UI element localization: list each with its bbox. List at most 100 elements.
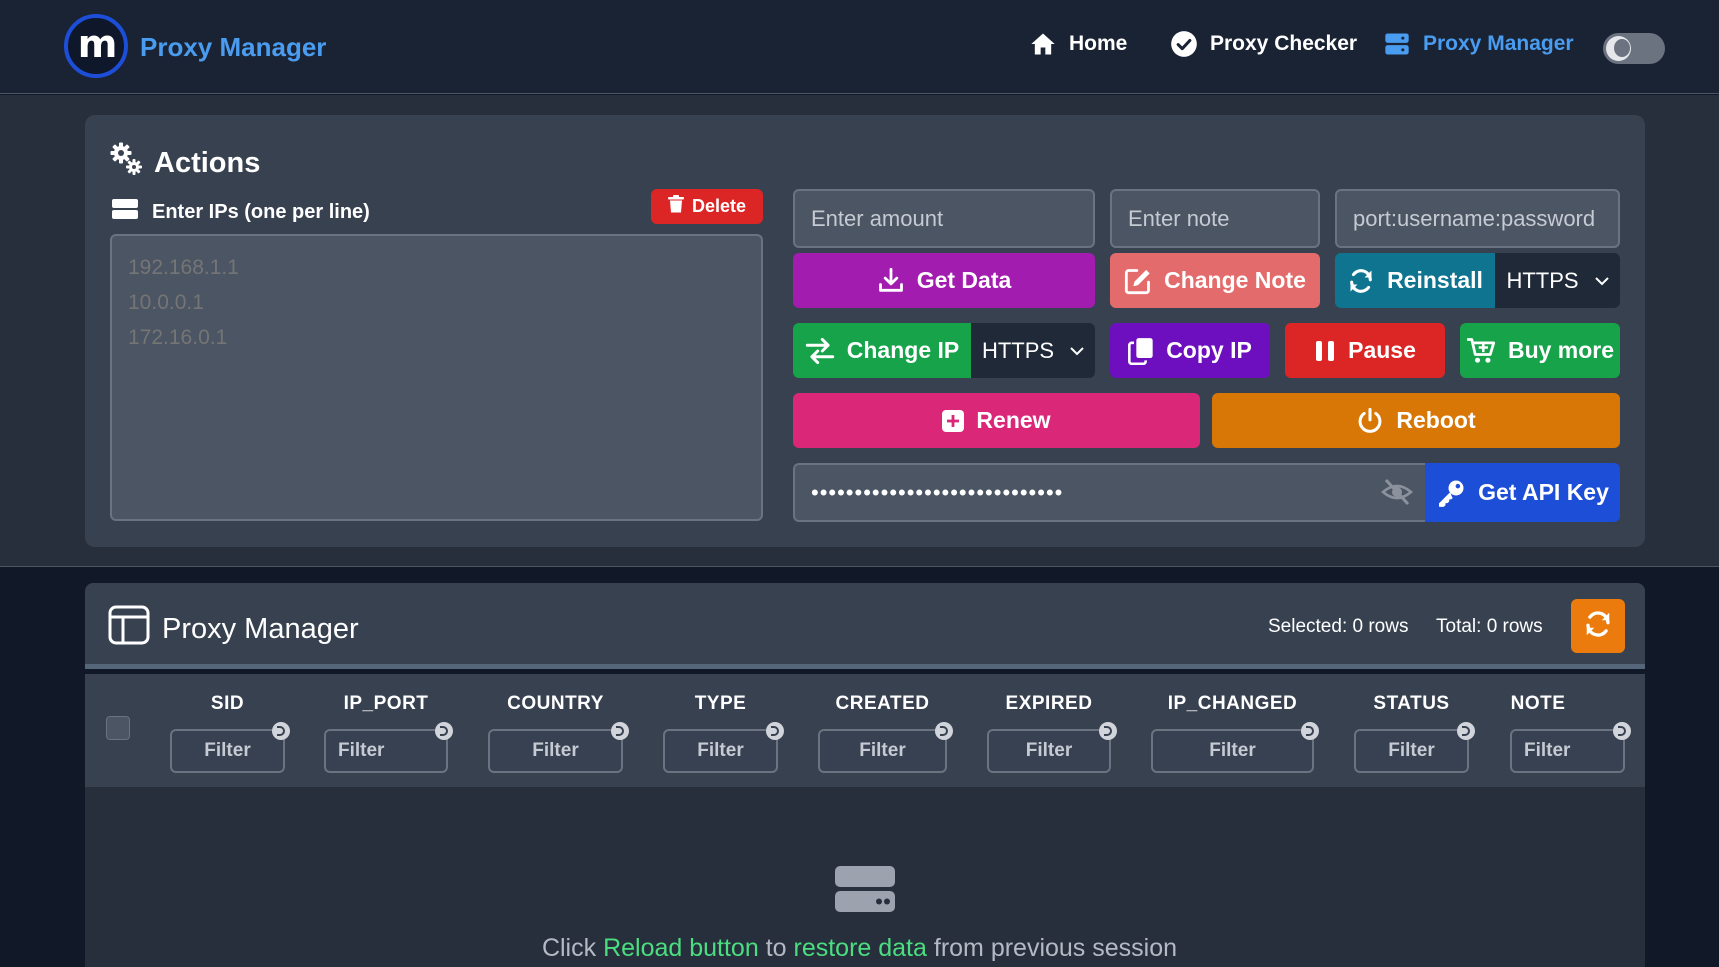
actions-title: Actions bbox=[154, 146, 261, 179]
change-ip-protocol-select[interactable]: HTTPS bbox=[971, 323, 1095, 378]
reboot-label: Reboot bbox=[1396, 407, 1476, 433]
empty-text-part2: to bbox=[758, 934, 794, 962]
reboot-button[interactable]: Reboot bbox=[1212, 393, 1620, 448]
change-note-button[interactable]: Change Note bbox=[1110, 253, 1320, 308]
reinstall-protocol-select[interactable]: HTTPS bbox=[1495, 253, 1620, 308]
table-layout-icon bbox=[108, 605, 150, 653]
filter-toggle-icon[interactable] bbox=[1301, 722, 1319, 740]
column-header-ip-changed[interactable]: IP_CHANGED bbox=[1151, 693, 1314, 715]
key-icon bbox=[1436, 478, 1466, 508]
column-header-status[interactable]: STATUS bbox=[1354, 693, 1469, 715]
actions-heading: Actions bbox=[110, 142, 260, 184]
change-ip-button[interactable]: Change IP bbox=[793, 323, 971, 378]
amount-input[interactable]: Enter amount bbox=[793, 189, 1095, 248]
copy-ip-button[interactable]: Copy IP bbox=[1110, 323, 1270, 378]
restore-data-link[interactable]: restore data bbox=[794, 934, 927, 962]
get-api-key-button[interactable]: Get API Key bbox=[1425, 463, 1620, 522]
reload-button[interactable] bbox=[1571, 599, 1625, 653]
buy-more-button[interactable]: Buy more bbox=[1460, 323, 1620, 378]
reinstall-protocol-value: HTTPS bbox=[1506, 267, 1579, 293]
download-icon bbox=[877, 267, 905, 295]
nav-proxy-manager-label: Proxy Manager bbox=[1423, 32, 1574, 55]
delete-button[interactable]: Delete bbox=[651, 189, 763, 224]
check-circle-icon bbox=[1170, 30, 1198, 58]
chevron-down-icon bbox=[1594, 276, 1609, 286]
selected-rows-count: Selected: 0 rows bbox=[1268, 616, 1409, 637]
get-data-label: Get Data bbox=[916, 267, 1012, 293]
sync-icon bbox=[1347, 267, 1375, 295]
delete-label: Delete bbox=[691, 196, 747, 216]
filter-toggle-icon[interactable] bbox=[1457, 722, 1475, 740]
filter-ip-changed[interactable]: Filter bbox=[1151, 729, 1314, 773]
column-header-expired[interactable]: EXPIRED bbox=[987, 693, 1111, 715]
filter-country[interactable]: Filter bbox=[488, 729, 623, 773]
filter-toggle-icon[interactable] bbox=[611, 722, 629, 740]
empty-text-part3: from previous session bbox=[926, 934, 1178, 962]
column-header-ip-port[interactable]: IP_PORT bbox=[324, 693, 448, 715]
eye-slash-icon[interactable] bbox=[1380, 477, 1414, 512]
logo[interactable]: m bbox=[64, 14, 128, 78]
column-header-created[interactable]: CREATED bbox=[818, 693, 947, 715]
column-header-country[interactable]: COUNTRY bbox=[488, 693, 623, 715]
ips-textarea[interactable] bbox=[110, 234, 763, 521]
empty-text-part1: Click bbox=[541, 934, 604, 962]
nav-proxy-manager[interactable]: Proxy Manager bbox=[1383, 30, 1574, 58]
get-data-button[interactable]: Get Data bbox=[793, 253, 1095, 308]
gears-icon bbox=[110, 142, 144, 184]
filter-status[interactable]: Filter bbox=[1354, 729, 1469, 773]
ips-label: Enter IPs (one per line) bbox=[112, 198, 370, 226]
renew-button[interactable]: Renew bbox=[793, 393, 1200, 448]
filter-toggle-icon[interactable] bbox=[766, 722, 784, 740]
filter-toggle-icon[interactable] bbox=[435, 722, 453, 740]
edit-icon bbox=[1124, 267, 1152, 295]
database-icon bbox=[834, 866, 896, 919]
port-credentials-input[interactable]: port:username:password bbox=[1335, 189, 1620, 248]
brand-name[interactable]: Proxy Manager bbox=[140, 32, 326, 63]
column-header-sid[interactable]: SID bbox=[170, 693, 285, 715]
list-icon bbox=[112, 198, 138, 226]
note-input[interactable]: Enter note bbox=[1110, 189, 1320, 248]
proxy-manager-heading: Proxy Manager bbox=[108, 605, 359, 653]
nav-home[interactable]: Home bbox=[1029, 30, 1127, 58]
filter-ip-port[interactable]: Filter bbox=[324, 729, 448, 773]
filter-type[interactable]: Filter bbox=[663, 729, 778, 773]
filter-created[interactable]: Filter bbox=[818, 729, 947, 773]
sync-icon bbox=[1583, 609, 1613, 644]
nav-proxy-checker-label: Proxy Checker bbox=[1210, 32, 1358, 55]
filter-toggle-icon[interactable] bbox=[1099, 722, 1117, 740]
copy-ip-label: Copy IP bbox=[1166, 337, 1252, 363]
top-navbar: m Proxy Manager Home Proxy Checker Proxy… bbox=[0, 0, 1719, 94]
logo-text: m bbox=[77, 22, 118, 66]
filter-toggle-icon[interactable] bbox=[935, 722, 953, 740]
change-ip-label: Change IP bbox=[846, 337, 960, 363]
trash-icon bbox=[667, 195, 684, 218]
filter-note[interactable]: Filter bbox=[1510, 729, 1625, 773]
reload-hint-link[interactable]: Reload button bbox=[603, 934, 759, 962]
reinstall-label: Reinstall bbox=[1387, 267, 1483, 293]
column-header-type[interactable]: TYPE bbox=[663, 693, 778, 715]
renew-label: Renew bbox=[976, 407, 1051, 433]
proxy-manager-title: Proxy Manager bbox=[162, 612, 359, 645]
nav-proxy-checker[interactable]: Proxy Checker bbox=[1170, 30, 1357, 58]
filter-expired[interactable]: Filter bbox=[987, 729, 1111, 773]
change-ip-protocol-value: HTTPS bbox=[981, 337, 1055, 363]
chevron-down-icon bbox=[1070, 346, 1084, 356]
total-rows-count: Total: 0 rows bbox=[1436, 616, 1543, 637]
moon-icon bbox=[1606, 36, 1631, 61]
theme-toggle[interactable] bbox=[1603, 33, 1665, 64]
select-all-checkbox[interactable] bbox=[106, 716, 130, 740]
change-note-label: Change Note bbox=[1164, 267, 1306, 293]
filter-toggle-icon[interactable] bbox=[272, 722, 290, 740]
filter-sid[interactable]: Filter bbox=[170, 729, 285, 773]
pause-button[interactable]: Pause bbox=[1285, 323, 1445, 378]
empty-state-message: Click Reload button to restore data from… bbox=[0, 934, 1719, 963]
reinstall-button[interactable]: Reinstall bbox=[1335, 253, 1495, 308]
plus-square-icon bbox=[942, 409, 965, 432]
exchange-icon bbox=[805, 337, 835, 365]
api-key-input[interactable]: ••••••••••••••••••••••••••••• bbox=[793, 463, 1425, 522]
copy-icon bbox=[1128, 337, 1154, 365]
home-icon bbox=[1029, 30, 1057, 58]
filter-toggle-icon[interactable] bbox=[1613, 722, 1631, 740]
ips-label-text: Enter IPs (one per line) bbox=[152, 200, 370, 223]
column-header-note[interactable]: NOTE bbox=[1510, 693, 1566, 715]
